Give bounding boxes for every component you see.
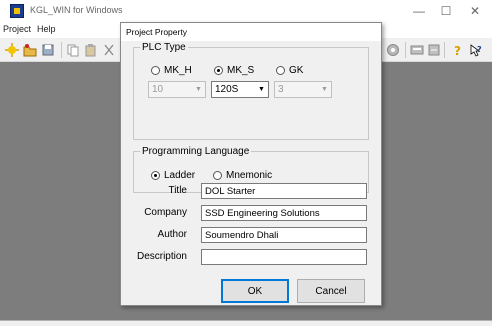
author-field[interactable] <box>201 227 367 243</box>
plc-type-label-mk-h: MK_H <box>164 65 192 76</box>
title-label: Title <box>168 185 187 196</box>
radio-button-icon <box>276 66 285 75</box>
cancel-button[interactable]: Cancel <box>297 279 365 303</box>
menu-help[interactable]: Help <box>37 24 56 34</box>
svg-text:?: ? <box>477 45 482 54</box>
author-label: Author <box>157 229 187 240</box>
context-help-icon[interactable]: ? <box>469 43 483 57</box>
toolbar-separator <box>61 42 62 58</box>
help-icon[interactable]: ? <box>451 43 465 57</box>
copy-icon[interactable] <box>66 43 80 57</box>
new-project-icon[interactable] <box>5 43 19 57</box>
mk-s-model-value: 120S <box>215 84 239 95</box>
toolbar-separator <box>405 42 406 58</box>
cut-icon[interactable] <box>102 43 116 57</box>
gk-model-select: 3 ▼ <box>274 81 332 98</box>
mk-s-model-select[interactable]: 120S ▼ <box>211 81 269 98</box>
menu-project[interactable]: Project <box>3 24 31 34</box>
language-label-mnemonic: Mnemonic <box>226 170 273 181</box>
chevron-down-icon[interactable]: ▼ <box>256 83 267 96</box>
svg-text:?: ? <box>454 44 461 57</box>
programming-language-legend: Programming Language <box>142 146 250 157</box>
app-titlebar: KGL_WIN for Windows — ☐ ✕ <box>0 0 492 22</box>
app-title: KGL_WIN for Windows <box>30 5 123 15</box>
minimize-button[interactable]: — <box>405 2 433 20</box>
plc-type-label-mk-s: MK_S <box>227 65 255 76</box>
radio-button-checked-icon <box>151 171 160 180</box>
compile-icon[interactable] <box>410 43 424 57</box>
company-field[interactable] <box>201 205 367 221</box>
plc-type-label-gk: GK <box>289 65 304 76</box>
language-radio-ladder[interactable]: Ladder <box>151 170 195 181</box>
gk-model-value: 3 <box>278 84 284 95</box>
ok-button[interactable]: OK <box>221 279 289 303</box>
maximize-button[interactable]: ☐ <box>432 2 460 20</box>
status-bar <box>0 320 492 326</box>
project-property-dialog: Project Property PLC Type MK_H MK_S GK 1… <box>120 22 382 306</box>
close-button[interactable]: ✕ <box>461 2 489 20</box>
plc-type-radio-gk[interactable]: GK <box>276 65 303 76</box>
language-label-ladder: Ladder <box>164 170 196 181</box>
plc-type-radio-mk-s[interactable]: MK_S <box>214 65 254 76</box>
chevron-down-icon: ▼ <box>321 86 328 93</box>
radio-button-checked-icon <box>214 66 223 75</box>
description-label: Description <box>136 251 187 262</box>
mk-h-model-value: 10 <box>152 84 164 95</box>
company-label: Company <box>144 207 187 218</box>
toolbar-separator <box>444 42 445 58</box>
app-logo-icon <box>10 4 24 18</box>
title-field[interactable] <box>201 183 367 199</box>
open-project-icon[interactable] <box>23 43 37 57</box>
plc-type-legend: PLC Type <box>142 42 186 53</box>
language-radio-mnemonic[interactable]: Mnemonic <box>213 170 272 181</box>
download-icon[interactable] <box>427 43 441 57</box>
paste-icon[interactable] <box>84 43 98 57</box>
radio-button-icon <box>213 171 222 180</box>
chevron-down-icon: ▼ <box>195 86 202 93</box>
radio-button-icon <box>151 66 160 75</box>
dialog-title: Project Property <box>121 23 381 41</box>
description-field[interactable] <box>201 249 367 265</box>
mk-h-model-select: 10 ▼ <box>148 81 206 98</box>
save-project-icon[interactable] <box>41 43 55 57</box>
monitor-icon[interactable] <box>386 43 400 57</box>
plc-type-radio-mk-h[interactable]: MK_H <box>151 65 192 76</box>
